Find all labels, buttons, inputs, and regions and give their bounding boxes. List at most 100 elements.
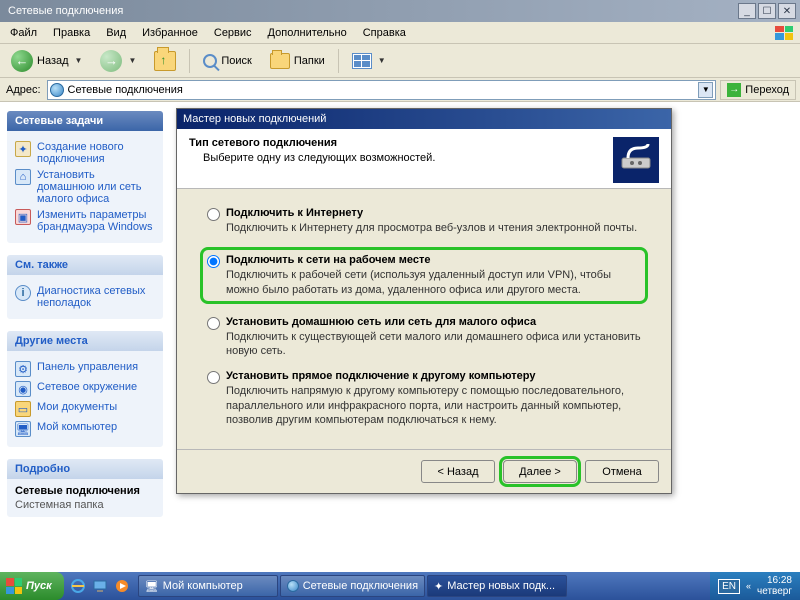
option-desc: Подключить к существующей сети малого ил… <box>226 330 641 359</box>
details-type: Системная папка <box>15 499 155 511</box>
radio-direct-connection[interactable] <box>207 371 220 384</box>
windows-logo-icon <box>6 578 22 594</box>
taskbtn-network-connections[interactable]: Сетевые подключения <box>280 575 425 597</box>
task-setup-home-network[interactable]: ⌂ Установить домашнюю или сеть малого оф… <box>15 169 155 205</box>
wizard-heading: Тип сетевого подключения <box>189 137 613 149</box>
link-my-computer[interactable]: 🖥 Мой компьютер <box>15 421 155 437</box>
task-new-connection[interactable]: ✦ Создание нового подключения <box>15 141 155 165</box>
wizard-body: Подключить к Интернету Подключить к Инте… <box>177 189 671 449</box>
address-bar: Адрес: Сетевые подключения ▼ → Переход <box>0 78 800 102</box>
taskbtn-my-computer[interactable]: 🖥 Мой компьютер <box>138 575 278 597</box>
panel-heading: См. также <box>7 255 163 275</box>
option-connect-workplace[interactable]: Подключить к сети на рабочем месте Подкл… <box>200 247 648 304</box>
separator <box>338 49 339 73</box>
start-label: Пуск <box>26 580 52 592</box>
option-label: Установить прямое подключение к другому … <box>226 370 641 382</box>
folders-label: Папки <box>294 55 325 67</box>
documents-icon: ▭ <box>15 401 31 417</box>
computer-icon: 🖥 <box>15 421 31 437</box>
search-label: Поиск <box>221 55 251 67</box>
desktop-icon <box>92 578 108 594</box>
link-network-diagnostics[interactable]: i Диагностика сетевых неполадок <box>15 285 155 309</box>
back-arrow-icon: ← <box>11 50 33 72</box>
link-my-documents[interactable]: ▭ Мои документы <box>15 401 155 417</box>
panel-heading: Подробно <box>7 459 163 479</box>
option-setup-home-network[interactable]: Установить домашнюю сеть или сеть для ма… <box>207 316 641 359</box>
link-network-neighborhood[interactable]: ◉ Сетевое окружение <box>15 381 155 397</box>
option-connect-internet[interactable]: Подключить к Интернету Подключить к Инте… <box>207 207 641 235</box>
cancel-button[interactable]: Отмена <box>585 460 659 483</box>
option-label: Установить домашнюю сеть или сеть для ма… <box>226 316 641 328</box>
go-label: Переход <box>745 84 789 96</box>
task-firewall-settings[interactable]: ▣ Изменить параметры брандмауэра Windows <box>15 209 155 233</box>
network-icon <box>287 580 299 592</box>
link-label: Мои документы <box>37 401 117 413</box>
radio-setup-home-network[interactable] <box>207 317 220 330</box>
menu-bar: Файл Правка Вид Избранное Сервис Дополни… <box>0 22 800 44</box>
ql-media[interactable] <box>112 576 132 596</box>
network-icon <box>50 83 64 97</box>
address-dropdown-button[interactable]: ▼ <box>698 82 713 98</box>
window-title: Сетевые подключения <box>4 5 736 17</box>
option-desc: Подключить к Интернету для просмотра веб… <box>226 221 641 235</box>
menu-help[interactable]: Справка <box>355 24 414 42</box>
task-label: Установить домашнюю или сеть малого офис… <box>37 169 155 205</box>
taskbtn-label: Мастер новых подк... <box>447 580 555 592</box>
menu-extra[interactable]: Дополнительно <box>260 24 355 42</box>
address-label: Адрес: <box>4 84 43 96</box>
menu-edit[interactable]: Правка <box>45 24 98 42</box>
folders-button[interactable]: Папки <box>263 48 332 74</box>
menu-file[interactable]: Файл <box>2 24 45 42</box>
ql-ie[interactable] <box>68 576 88 596</box>
back-button[interactable]: < Назад <box>421 460 495 483</box>
forward-arrow-icon: → <box>100 50 122 72</box>
up-button[interactable]: ↑ <box>147 48 183 74</box>
views-icon <box>352 53 372 69</box>
go-button[interactable]: → Переход <box>720 80 796 100</box>
task-label: Создание нового подключения <box>37 141 155 165</box>
wizard-titlebar: Мастер новых подключений <box>177 109 671 129</box>
ie-icon <box>70 578 86 594</box>
wizard-subheading: Выберите одну из следующих возможностей. <box>203 152 613 164</box>
system-tray: EN « 16:28 четверг <box>710 572 800 600</box>
chevron-down-icon: ▼ <box>378 56 386 65</box>
option-label: Подключить к сети на рабочем месте <box>226 254 641 266</box>
info-icon: i <box>15 285 31 301</box>
maximize-button[interactable]: ☐ <box>758 3 776 19</box>
address-combo[interactable]: Сетевые подключения ▼ <box>47 80 717 100</box>
folders-icon <box>270 53 290 69</box>
connection-icon <box>613 137 659 183</box>
computer-icon: 🖥 <box>145 580 159 593</box>
link-label: Диагностика сетевых неполадок <box>37 285 155 309</box>
back-button[interactable]: ← Назад ▼ <box>4 48 89 74</box>
radio-connect-workplace[interactable] <box>207 255 220 268</box>
address-value: Сетевые подключения <box>68 84 183 96</box>
link-label: Сетевое окружение <box>37 381 137 393</box>
search-button[interactable]: Поиск <box>196 48 258 74</box>
taskbtn-label: Сетевые подключения <box>303 580 418 592</box>
link-control-panel[interactable]: ⚙ Панель управления <box>15 361 155 377</box>
start-button[interactable]: Пуск <box>0 572 64 600</box>
option-direct-connection[interactable]: Установить прямое подключение к другому … <box>207 370 641 427</box>
chevron-down-icon: ▼ <box>128 56 136 65</box>
menu-view[interactable]: Вид <box>98 24 134 42</box>
language-indicator[interactable]: EN <box>718 579 740 594</box>
back-label: Назад <box>37 55 69 67</box>
tray-expand-icon[interactable]: « <box>746 581 751 591</box>
go-arrow-icon: → <box>727 83 741 97</box>
close-button[interactable]: ✕ <box>778 3 796 19</box>
panel-heading: Другие места <box>7 331 163 351</box>
network-places-icon: ◉ <box>15 381 31 397</box>
minimize-button[interactable]: _ <box>738 3 756 19</box>
forward-button[interactable]: → ▼ <box>93 48 143 74</box>
radio-connect-internet[interactable] <box>207 208 220 221</box>
next-button[interactable]: Далее > <box>503 460 577 483</box>
taskbtn-wizard[interactable]: ✦ Мастер новых подк... <box>427 575 567 597</box>
menu-tools[interactable]: Сервис <box>206 24 260 42</box>
ql-desktop[interactable] <box>90 576 110 596</box>
views-button[interactable]: ▼ <box>345 48 393 74</box>
clock[interactable]: 16:28 четверг <box>757 575 792 597</box>
menu-favorites[interactable]: Избранное <box>134 24 206 42</box>
clock-time: 16:28 <box>757 575 792 586</box>
link-label: Мой компьютер <box>37 421 117 433</box>
